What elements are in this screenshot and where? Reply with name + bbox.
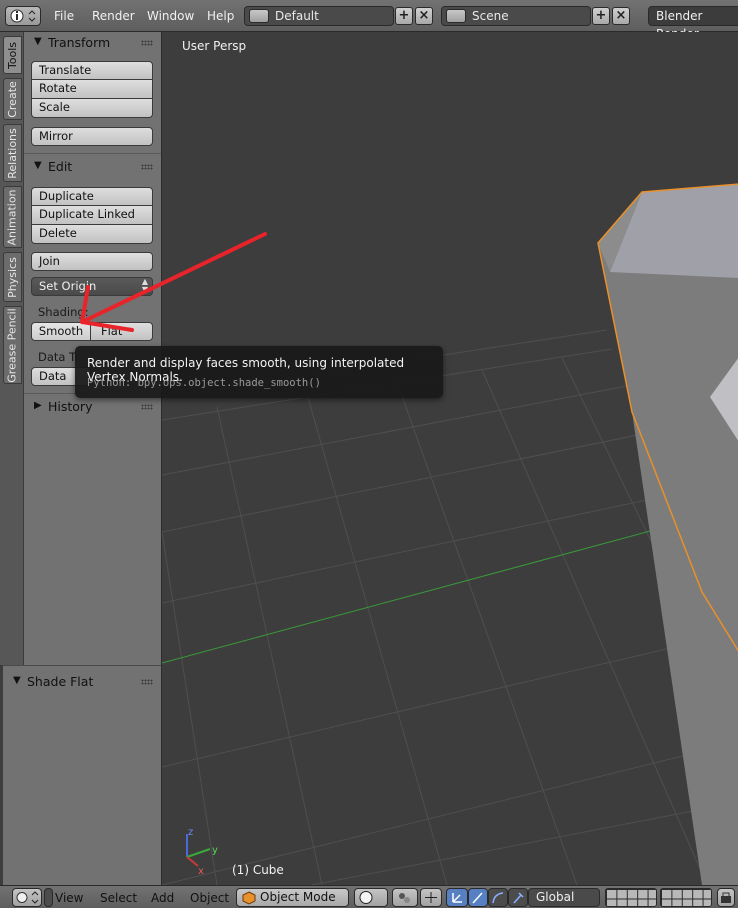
smooth-button[interactable]: Smooth (31, 322, 91, 341)
data-transfer-label: Data Tr (38, 350, 80, 364)
menu-collapse-button[interactable] (44, 888, 53, 907)
shade-flat-panel-header[interactable]: ▼ Shade Flat (3, 671, 161, 693)
active-object-label: (1) Cube (232, 863, 284, 877)
translate-manipulator-button[interactable] (446, 888, 468, 907)
collapse-triangle-icon: ▼ (13, 675, 21, 686)
lock-camera-button[interactable] (717, 888, 735, 907)
flat-button[interactable]: Flat (90, 322, 153, 341)
object-mode-icon (242, 891, 256, 905)
drag-grip-icon[interactable] (141, 404, 153, 410)
scene-icon (446, 9, 466, 23)
solid-shading-icon (359, 891, 373, 904)
layers-grid-left[interactable] (605, 888, 657, 907)
add-scene-button[interactable]: + (592, 7, 610, 25)
pivot-icon (399, 893, 410, 903)
collapse-triangle-icon: ▼ (34, 36, 42, 47)
manipulator-toggle[interactable] (420, 888, 442, 907)
blender-window: File Render Window Help Default + × Scen… (0, 0, 738, 908)
menu-help[interactable]: Help (207, 9, 234, 23)
rotate-manipulator-button[interactable] (468, 888, 488, 907)
manipulator-icon (425, 892, 437, 903)
rotate-button[interactable]: Rotate (31, 80, 153, 99)
pivot-point-select[interactable] (392, 888, 418, 907)
edit-panel-header[interactable]: ▼ Edit (24, 156, 161, 178)
lock-icon (721, 892, 731, 903)
render-engine-select[interactable]: Blender Render (648, 6, 738, 41)
cube-mesh[interactable] (597, 183, 738, 885)
tab-create[interactable]: Create (3, 78, 22, 120)
delete-button[interactable]: Delete (31, 225, 153, 244)
screen-layout-field[interactable]: Default (244, 6, 394, 26)
wrench-icon (513, 892, 524, 904)
3d-viewport[interactable]: z y x User Persp (1) Cube (161, 32, 738, 885)
tab-physics[interactable]: Physics (3, 252, 22, 302)
tab-tools[interactable]: Tools (3, 36, 22, 74)
menu-object[interactable]: Object (190, 891, 229, 905)
mirror-button[interactable]: Mirror (31, 127, 153, 146)
transform-panel-header[interactable]: ▼ Transform (24, 32, 161, 54)
axis-x-label: x (198, 866, 204, 877)
translate-manipulator-icon (452, 893, 462, 903)
scene-value: Scene (472, 9, 509, 23)
axis-gizmo: z y x (186, 827, 218, 877)
duplicate-linked-button[interactable]: Duplicate Linked (31, 206, 153, 225)
layers-grid-right[interactable] (660, 888, 712, 907)
rotate-manipulator-icon (472, 892, 483, 904)
add-screen-button[interactable]: + (395, 7, 413, 25)
updown-arrows-icon: ▲ ▼ (141, 277, 148, 294)
transform-manipulator-button[interactable] (508, 888, 528, 907)
drag-grip-icon[interactable] (141, 679, 153, 685)
tooltip-python: Python: bpy.ops.object.shade_smooth() (87, 377, 321, 389)
tooltip: Render and display faces smooth, using i… (75, 346, 443, 398)
tab-animation[interactable]: Animation (3, 186, 22, 248)
3d-view-header: View Select Add Object Object Mode Globa… (0, 885, 738, 908)
tool-tabs: Tools Create Relations Animation Physics… (0, 32, 24, 665)
expand-triangle-icon: ▶ (34, 400, 42, 411)
shading-label: Shading: (38, 305, 89, 319)
duplicate-button[interactable]: Duplicate (31, 187, 153, 206)
menu-add[interactable]: Add (151, 891, 174, 905)
view-name-label: User Persp (182, 39, 247, 53)
screen-layout-icon (249, 9, 269, 23)
viewport-shading-select[interactable] (354, 888, 388, 907)
arc-icon (492, 892, 504, 904)
menu-view[interactable]: View (55, 891, 83, 905)
info-icon (10, 9, 36, 23)
scale-manipulator-button[interactable] (488, 888, 508, 907)
panel-separator (24, 153, 161, 154)
tab-relations[interactable]: Relations (3, 124, 22, 182)
set-origin-dropdown[interactable]: Set Origin ▲ ▼ (31, 277, 153, 296)
menu-select[interactable]: Select (100, 891, 137, 905)
drag-grip-icon[interactable] (141, 164, 153, 170)
menu-file[interactable]: File (54, 9, 74, 23)
transform-orientation-select[interactable]: Global (528, 888, 600, 907)
translate-button[interactable]: Translate (31, 61, 153, 80)
interaction-mode-select[interactable]: Object Mode (236, 888, 349, 907)
editor-type-3d-button[interactable] (12, 888, 42, 907)
drag-grip-icon[interactable] (141, 40, 153, 46)
remove-screen-button[interactable]: × (415, 7, 433, 25)
screen-layout-value: Default (275, 9, 319, 23)
tab-grease-pencil[interactable]: Grease Pencil (3, 306, 22, 384)
collapse-triangle-icon: ▼ (34, 160, 42, 171)
editor-type-button[interactable] (5, 6, 41, 26)
join-button[interactable]: Join (31, 252, 153, 271)
3d-view-icon (16, 891, 39, 904)
viewport-scene: z y x (162, 183, 738, 885)
axis-z-label: z (188, 827, 193, 838)
operator-panel: ▼ Shade Flat (3, 665, 161, 885)
scale-button[interactable]: Scale (31, 99, 153, 118)
info-header: File Render Window Help Default + × Scen… (0, 0, 738, 41)
scene-field[interactable]: Scene (441, 6, 591, 26)
axis-y-label: y (212, 845, 218, 856)
menu-render[interactable]: Render (92, 9, 135, 23)
menu-window[interactable]: Window (147, 9, 194, 23)
remove-scene-button[interactable]: × (612, 7, 630, 25)
history-panel-header[interactable]: ▶ History (24, 396, 161, 418)
